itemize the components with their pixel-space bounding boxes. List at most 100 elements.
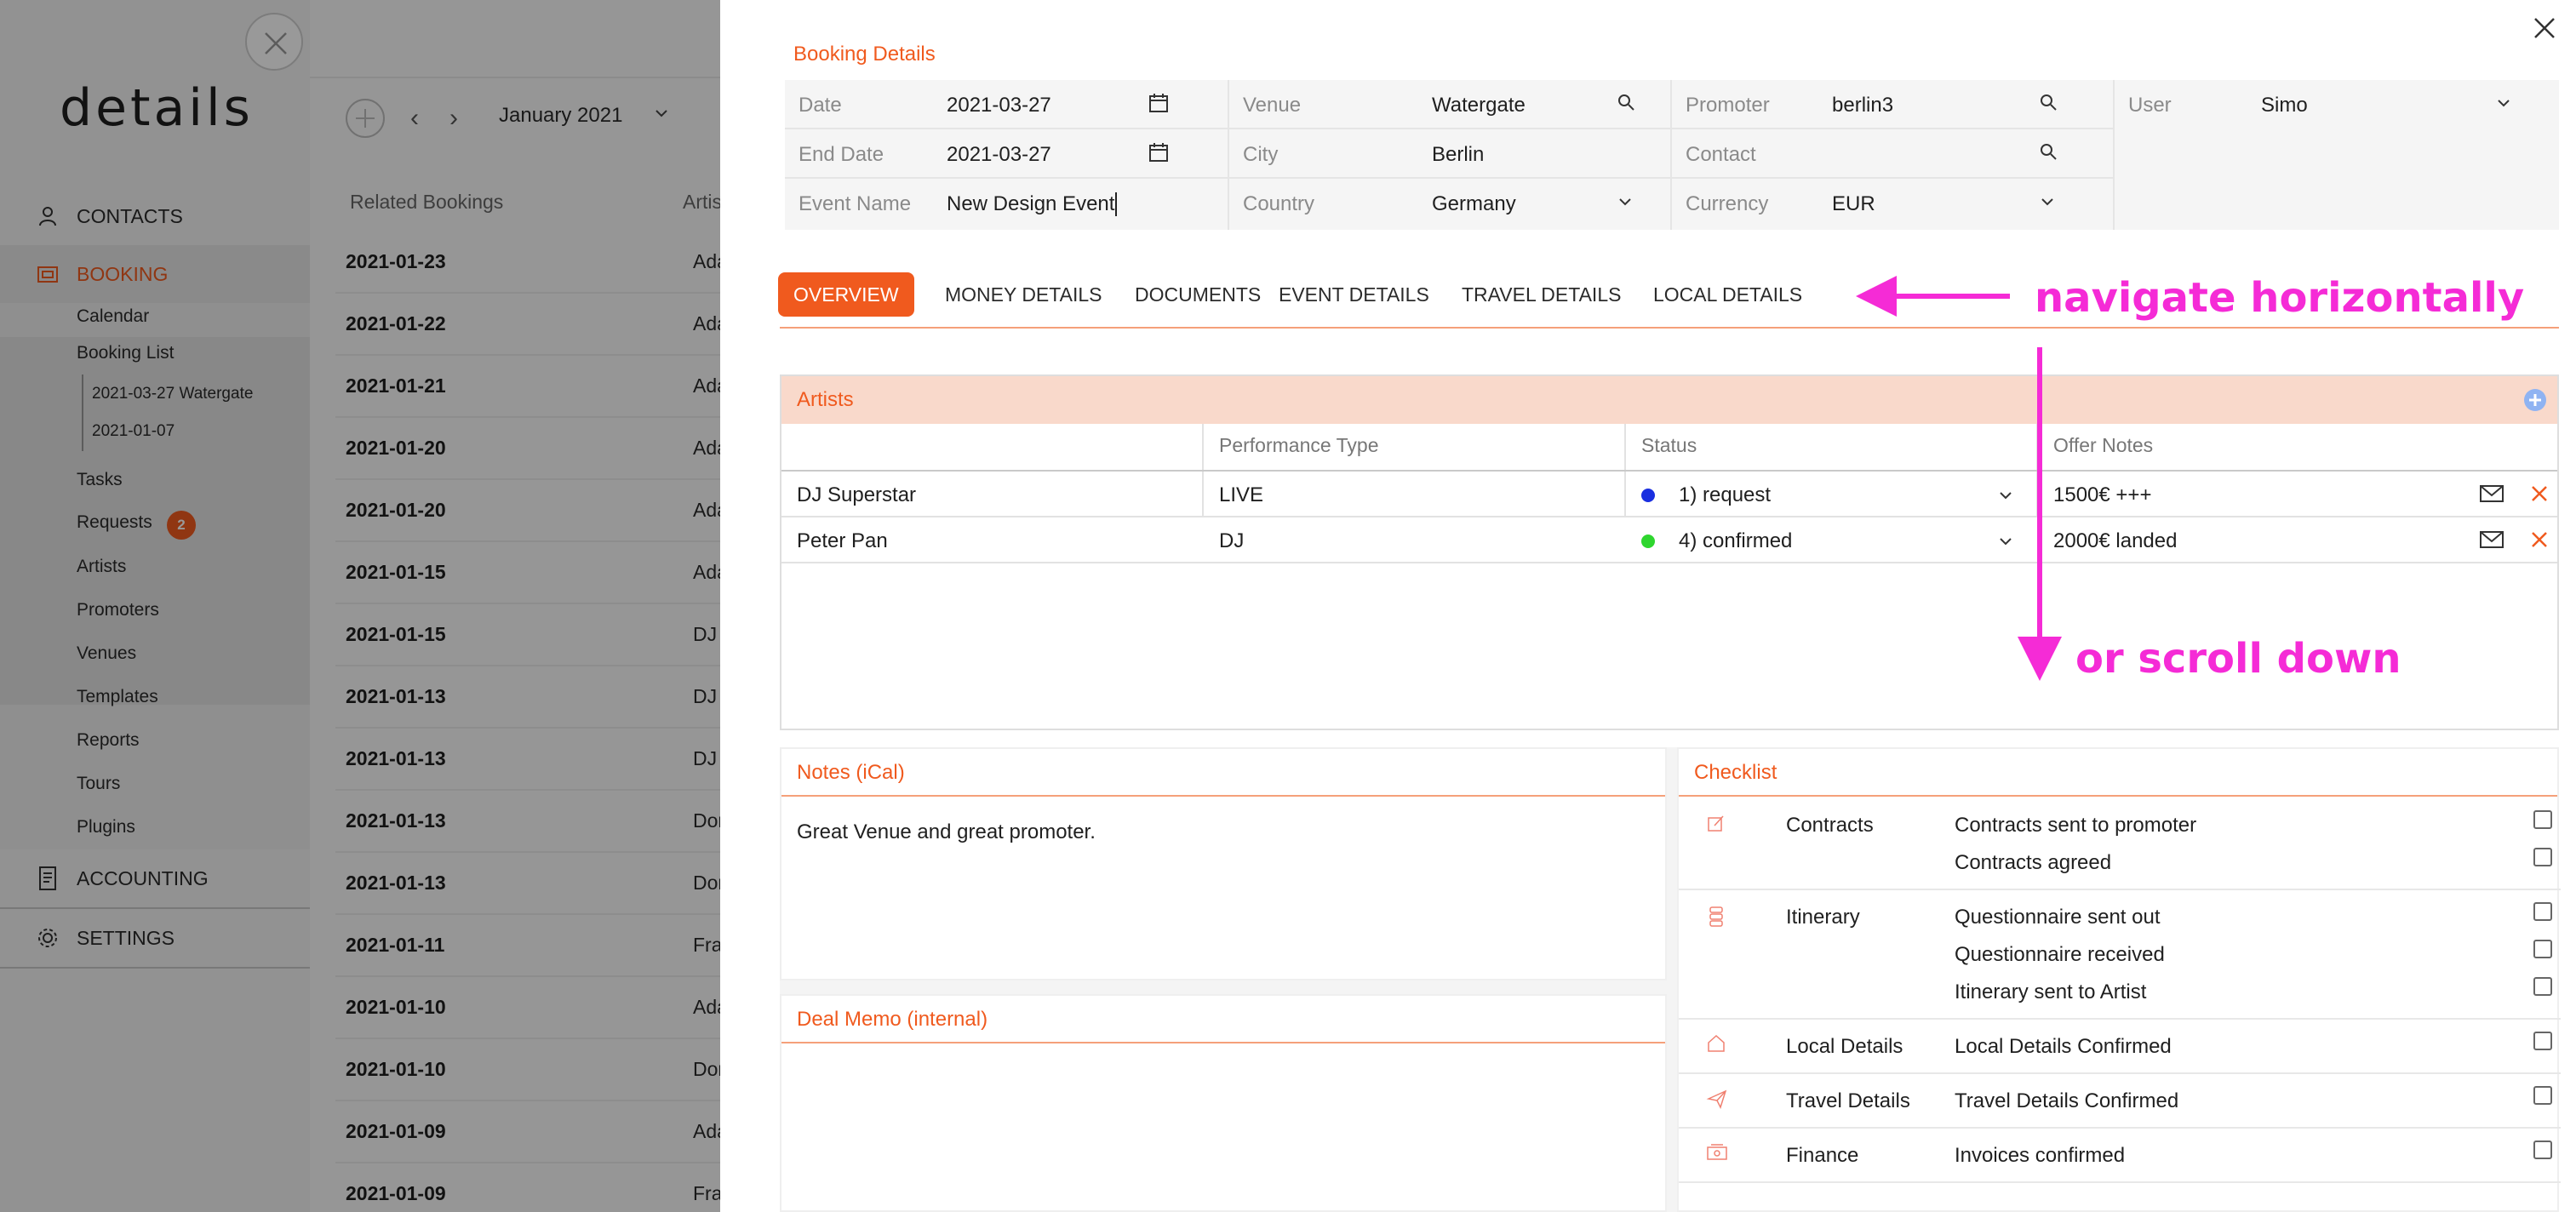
checkbox[interactable] [2533,940,2552,958]
country-value[interactable]: Germany [1432,192,1516,216]
notes-title: Notes (iCal) [797,761,905,784]
status-value[interactable]: 1) request [1679,483,1771,507]
venue-label: Venue [1243,94,1302,117]
date-field[interactable]: Date 2021-03-27 [785,80,1228,129]
checklist-title: Checklist [1694,761,1777,784]
contact-label: Contact [1686,143,1756,166]
col-performance-type: Performance Type [1219,434,1379,456]
add-artist-icon[interactable] [2523,388,2547,412]
venue-field[interactable]: Venue Watergate [1229,80,1670,129]
artists-header: Artists [781,376,2557,424]
end-date-label: End Date [799,143,884,166]
date-value[interactable]: 2021-03-27 [947,94,1051,117]
end-date-field[interactable]: End Date 2021-03-27 [785,129,1228,179]
arrow-down-annotation [2018,347,2062,681]
checkbox[interactable] [2533,902,2552,921]
delete-icon[interactable] [2530,484,2549,503]
currency-value[interactable]: EUR [1832,192,1875,216]
chevron-down-icon[interactable] [1999,489,2012,502]
end-date-value[interactable]: 2021-03-27 [947,143,1051,167]
contact-field[interactable]: Contact [1672,129,2113,179]
event-name-field[interactable]: Event Name New Design Event [785,179,1228,228]
notes-text[interactable]: Great Venue and great promoter. [797,820,1096,844]
checklist-category: Itinerary [1786,906,1860,929]
checklist-item: Invoices confirmed [1955,1144,2126,1167]
checklist-category: Local Details [1786,1035,1903,1058]
col-status: Status [1641,434,1697,456]
city-field[interactable]: City Berlin [1229,129,1670,179]
checkbox[interactable] [2533,1032,2552,1050]
tab-documents[interactable]: DOCUMENTS [1119,272,1276,317]
checklist-item: Local Details Confirmed [1955,1035,2172,1058]
status-dot [1641,489,1655,502]
checkbox[interactable] [2533,810,2552,829]
notes-card: Notes (iCal) Great Venue and great promo… [780,747,1667,980]
finance-icon [1707,1144,1727,1160]
status-dot [1641,535,1655,548]
checkbox[interactable] [2533,977,2552,996]
tab-overview[interactable]: OVERVIEW [778,272,914,317]
event-name-value[interactable]: New Design Event [947,192,1118,216]
search-icon[interactable] [1616,92,1636,112]
performance-type[interactable]: LIVE [1219,483,1263,507]
checklist-item: Questionnaire received [1955,943,2165,966]
checklist-card: Checklist Contracts Contracts sent to pr… [1677,747,2561,1212]
user-label: User [2128,94,2172,117]
checkbox[interactable] [2533,1086,2552,1105]
search-icon[interactable] [2038,141,2058,162]
country-field[interactable]: Country Germany [1229,179,1670,228]
checkbox[interactable] [2533,848,2552,866]
checklist-item: Contracts sent to promoter [1955,814,2197,837]
calendar-icon[interactable] [1148,92,1170,114]
checklist-category: Travel Details [1786,1089,1910,1112]
home-icon [1708,1034,1725,1052]
table-row[interactable]: Peter Pan DJ 4) confirmed 2000€ landed [781,517,2557,563]
checkbox[interactable] [2533,1141,2552,1159]
checklist-item: Itinerary sent to Artist [1955,980,2147,1003]
chevron-down-icon[interactable] [1617,194,1633,209]
chevron-down-icon[interactable] [2040,194,2055,209]
tab-money-details[interactable]: MONEY DETAILS [930,272,1117,317]
search-icon[interactable] [2038,92,2058,112]
promoter-field[interactable]: Promoter berlin3 [1672,80,2113,129]
checklist-item: Contracts agreed [1955,851,2112,874]
itinerary-icon [1709,906,1723,927]
checklist-item: Travel Details Confirmed [1955,1089,2179,1112]
tab-local-details[interactable]: LOCAL DETAILS [1638,272,1818,317]
booking-form: Date 2021-03-27 End Date 2021-03-27 Even… [785,80,2559,230]
close-icon[interactable] [2532,15,2557,41]
artist-name[interactable]: Peter Pan [797,529,888,553]
modal-backdrop[interactable] [0,0,720,1212]
arrow-left-annotation [1856,276,2010,317]
offer-notes[interactable]: 1500€ +++ [2053,483,2151,507]
tab-travel-details[interactable]: TRAVEL DETAILS [1446,272,1636,317]
mail-icon[interactable] [2479,483,2504,504]
checklist-category: Finance [1786,1144,1859,1167]
checklist-item: Questionnaire sent out [1955,906,2161,929]
city-value[interactable]: Berlin [1432,143,1484,167]
calendar-icon[interactable] [1148,141,1170,163]
country-label: Country [1243,192,1315,215]
user-field[interactable]: User Simo [2115,80,2559,129]
user-value[interactable]: Simo [2261,94,2308,117]
artists-title: Artists [797,388,854,411]
promoter-value[interactable]: berlin3 [1832,94,1893,117]
table-row[interactable]: DJ Superstar LIVE 1) request 1500€ +++ [781,472,2557,517]
performance-type[interactable]: DJ [1219,529,1244,553]
artist-name[interactable]: DJ Superstar [797,483,916,507]
status-value[interactable]: 4) confirmed [1679,529,1792,553]
chevron-down-icon[interactable] [2496,95,2511,111]
tab-event-details[interactable]: EVENT DETAILS [1263,272,1445,317]
offer-notes[interactable]: 2000€ landed [2053,529,2177,553]
delete-icon[interactable] [2530,530,2549,549]
booking-details-title: Booking Details [793,43,936,66]
mail-icon[interactable] [2479,529,2504,550]
chevron-down-icon[interactable] [1999,535,2012,548]
edit-icon [1708,815,1724,832]
checklist-category: Contracts [1786,814,1874,837]
plane-icon [1706,1089,1727,1109]
venue-value[interactable]: Watergate [1432,94,1526,117]
event-name-label: Event Name [799,192,912,215]
tabs-underline [780,327,2559,329]
currency-field[interactable]: Currency EUR [1672,179,2113,228]
